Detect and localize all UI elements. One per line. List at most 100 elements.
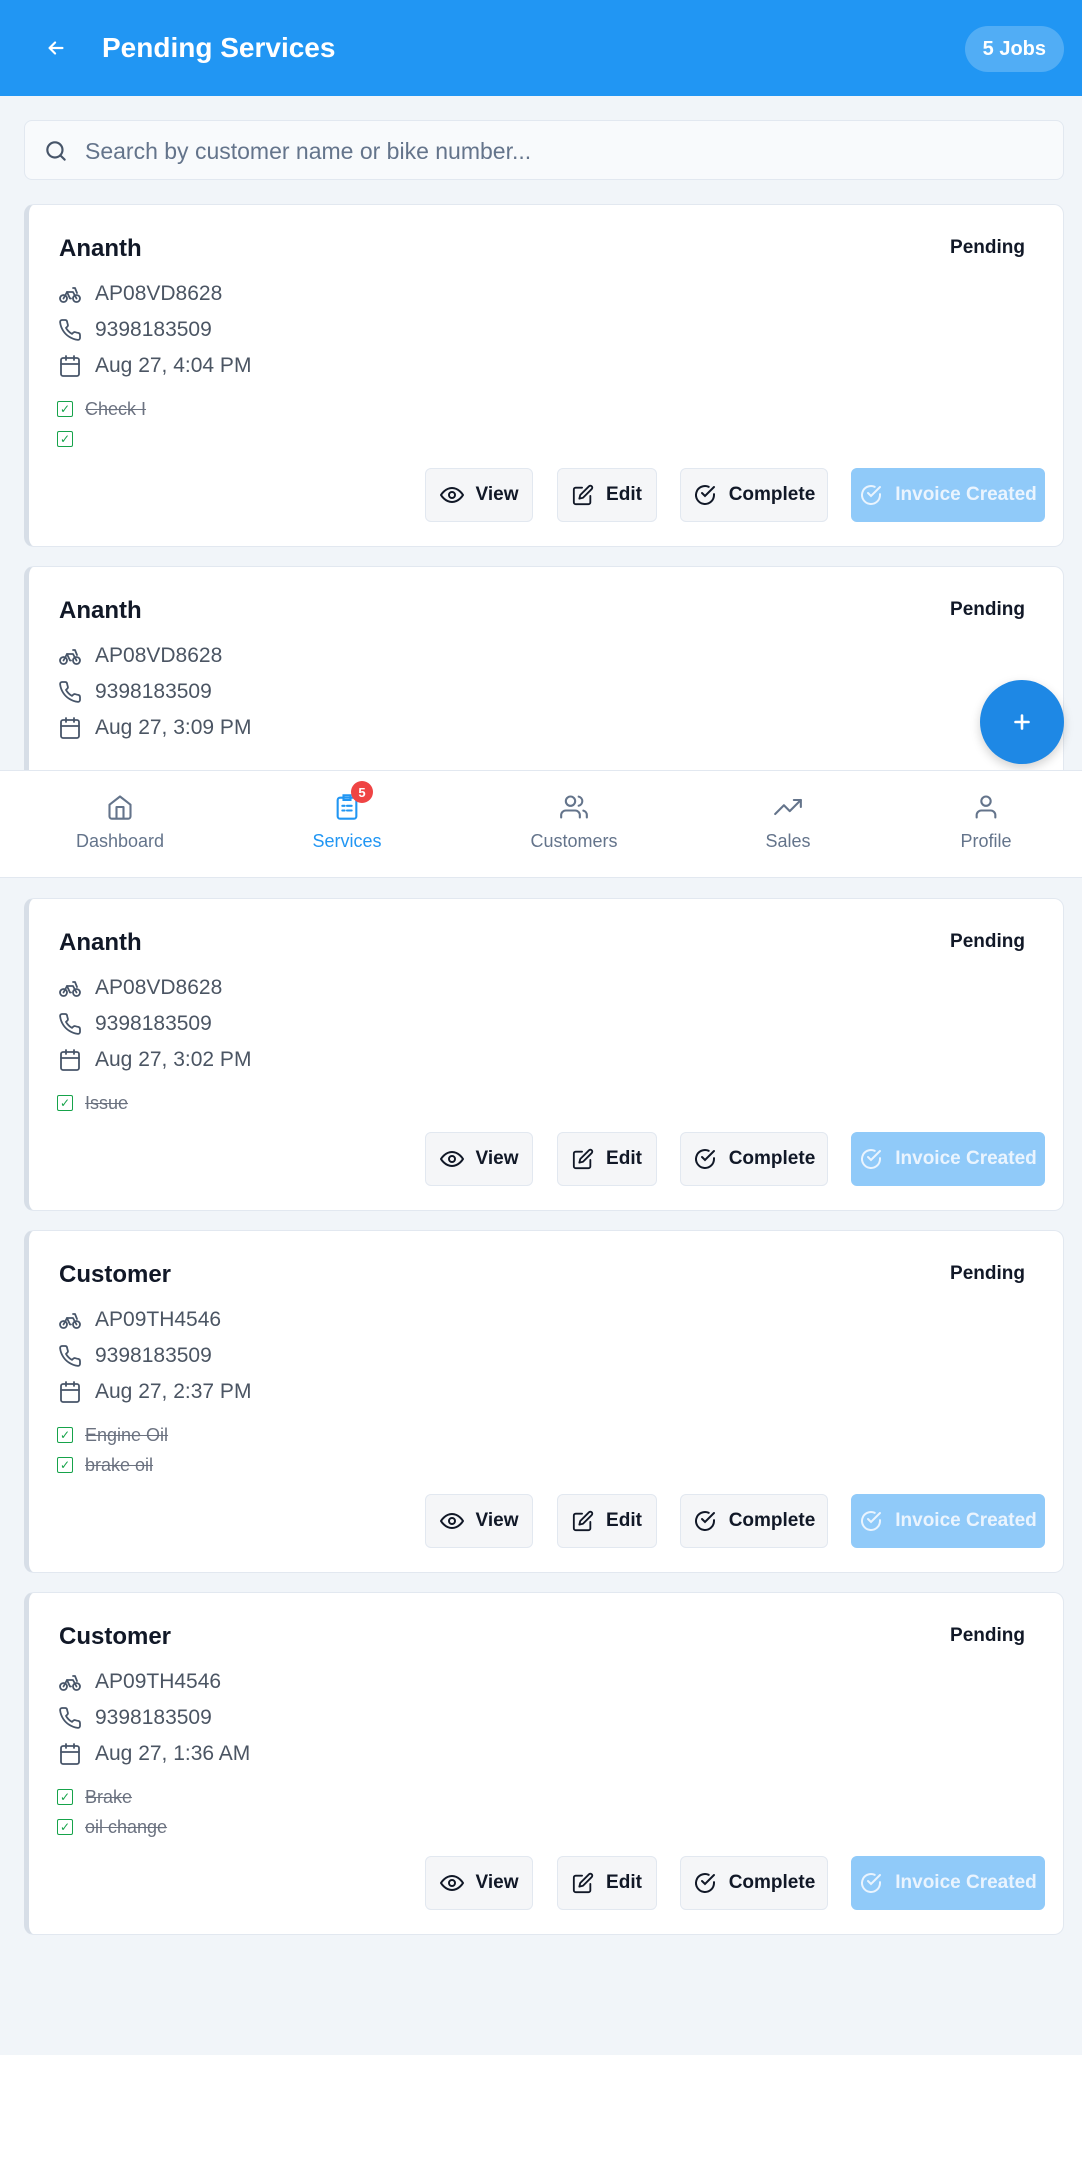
- complete-label: Complete: [728, 1510, 816, 1531]
- users-icon: [558, 791, 590, 823]
- issue-text: Brake: [85, 1786, 133, 1807]
- issue-text: oil change: [85, 1816, 168, 1837]
- phone-icon: [57, 1705, 83, 1731]
- check-circle-icon: [861, 1149, 882, 1169]
- issue-item: ✓ Engine Oil: [57, 1423, 168, 1447]
- issue-item: ✓ brake oil: [57, 1453, 153, 1477]
- edit-icon: [572, 484, 594, 506]
- issue-text: brake oil: [85, 1454, 154, 1475]
- service-date: Aug 27, 2:37 PM: [95, 1380, 252, 1403]
- view-button[interactable]: View: [425, 1494, 533, 1548]
- check-circle-icon: [694, 1873, 715, 1893]
- bike-icon: [57, 1307, 83, 1333]
- bike-number: AP08VD8628: [95, 644, 223, 667]
- invoice-label: Invoice Created: [895, 1148, 1037, 1169]
- edit-button[interactable]: Edit: [557, 1494, 657, 1548]
- bike-row: AP08VD8628: [57, 279, 222, 309]
- bike-number: AP08VD8628: [95, 282, 223, 305]
- complete-button[interactable]: Complete: [680, 1132, 828, 1186]
- check-circle-icon: [861, 1873, 882, 1893]
- complete-label: Complete: [728, 1148, 816, 1169]
- issue-item: ✓ Brake: [57, 1785, 132, 1809]
- check-circle-icon: [694, 1511, 715, 1531]
- invoice-created-button[interactable]: Invoice Created: [851, 1494, 1045, 1548]
- complete-button[interactable]: Complete: [680, 1856, 828, 1910]
- nav-item-customers[interactable]: Customers: [494, 791, 654, 852]
- services-count-badge: 5: [351, 781, 373, 803]
- phone-row: 9398183509: [57, 315, 212, 345]
- edit-button[interactable]: Edit: [557, 1856, 657, 1910]
- date-row: Aug 27, 4:04 PM: [57, 351, 251, 381]
- bike-number: AP08VD8628: [95, 976, 223, 999]
- service-date: Aug 27, 3:02 PM: [95, 1048, 252, 1071]
- invoice-label: Invoice Created: [895, 1510, 1037, 1531]
- bike-icon: [57, 1669, 83, 1695]
- customer-name: Customer: [59, 1261, 172, 1288]
- issue-item: ✓ oil change: [57, 1815, 167, 1839]
- customer-name: Ananth: [59, 235, 142, 262]
- invoice-created-button[interactable]: Invoice Created: [851, 468, 1045, 522]
- phone-number: 9398183509: [95, 1344, 212, 1367]
- nav-item-sales[interactable]: Sales: [708, 791, 868, 852]
- view-button[interactable]: View: [425, 1132, 533, 1186]
- search-input[interactable]: [85, 129, 1045, 173]
- checkbox-icon: ✓: [57, 431, 73, 447]
- service-date: Aug 27, 1:36 AM: [95, 1742, 251, 1765]
- issue-text: Check I: [85, 398, 147, 419]
- nav-label: Customers: [530, 831, 618, 851]
- edit-label: Edit: [606, 484, 642, 505]
- phone-number: 9398183509: [95, 680, 212, 703]
- arrow-left-icon: [48, 41, 64, 55]
- customer-name: Ananth: [59, 597, 142, 624]
- bike-row: AP09TH4546: [57, 1305, 221, 1335]
- bike-row: AP08VD8628: [57, 641, 222, 671]
- edit-label: Edit: [606, 1510, 642, 1531]
- service-date: Aug 27, 3:09 PM: [95, 716, 252, 739]
- invoice-created-button[interactable]: Invoice Created: [851, 1856, 1045, 1910]
- trending-up-icon: [772, 791, 804, 823]
- complete-button[interactable]: Complete: [680, 468, 828, 522]
- jobs-count-badge: 5 Jobs: [964, 26, 1064, 72]
- bike-row: AP08VD8628: [57, 973, 222, 1003]
- invoice-created-button[interactable]: Invoice Created: [851, 1132, 1045, 1186]
- user-icon: [970, 791, 1002, 823]
- phone-number: 9398183509: [95, 318, 212, 341]
- status-badge: Pending: [950, 599, 1025, 620]
- bike-row: AP09TH4546: [57, 1667, 221, 1697]
- edit-button[interactable]: Edit: [557, 1132, 657, 1186]
- nav-label: Sales: [765, 831, 811, 851]
- calendar-icon: [57, 1047, 83, 1073]
- nav-item-services[interactable]: 5 Services: [267, 781, 427, 852]
- eye-icon: [439, 486, 464, 504]
- search-box: [24, 120, 1064, 180]
- checkbox-icon: ✓: [57, 1457, 73, 1473]
- nav-item-profile[interactable]: Profile: [906, 791, 1066, 852]
- phone-icon: [57, 1343, 83, 1369]
- add-service-button[interactable]: [980, 680, 1064, 764]
- view-button[interactable]: View: [425, 1856, 533, 1910]
- phone-icon: [57, 1011, 83, 1037]
- service-card: Customer Pending AP09TH4546 9398183509 A…: [24, 1230, 1064, 1573]
- check-circle-icon: [694, 1149, 715, 1169]
- view-label: View: [475, 1510, 519, 1531]
- edit-button[interactable]: Edit: [557, 468, 657, 522]
- nav-item-dashboard[interactable]: Dashboard: [40, 791, 200, 852]
- calendar-icon: [57, 715, 83, 741]
- view-label: View: [475, 1148, 519, 1169]
- phone-number: 9398183509: [95, 1012, 212, 1035]
- checkbox-icon: ✓: [57, 1789, 73, 1805]
- complete-button[interactable]: Complete: [680, 1494, 828, 1548]
- eye-icon: [439, 1512, 464, 1530]
- header-bar: Pending Services 5 Jobs: [0, 0, 1082, 96]
- phone-row: 9398183509: [57, 1703, 212, 1733]
- service-card: Customer Pending AP09TH4546 9398183509 A…: [24, 1592, 1064, 1935]
- customer-name: Ananth: [59, 929, 142, 956]
- edit-label: Edit: [606, 1148, 642, 1169]
- status-badge: Pending: [950, 1263, 1025, 1284]
- date-row: Aug 27, 2:37 PM: [57, 1377, 251, 1407]
- service-date: Aug 27, 4:04 PM: [95, 354, 252, 377]
- issue-text: Issue: [85, 1092, 129, 1113]
- phone-number: 9398183509: [95, 1706, 212, 1729]
- back-button[interactable]: [38, 30, 74, 66]
- view-button[interactable]: View: [425, 468, 533, 522]
